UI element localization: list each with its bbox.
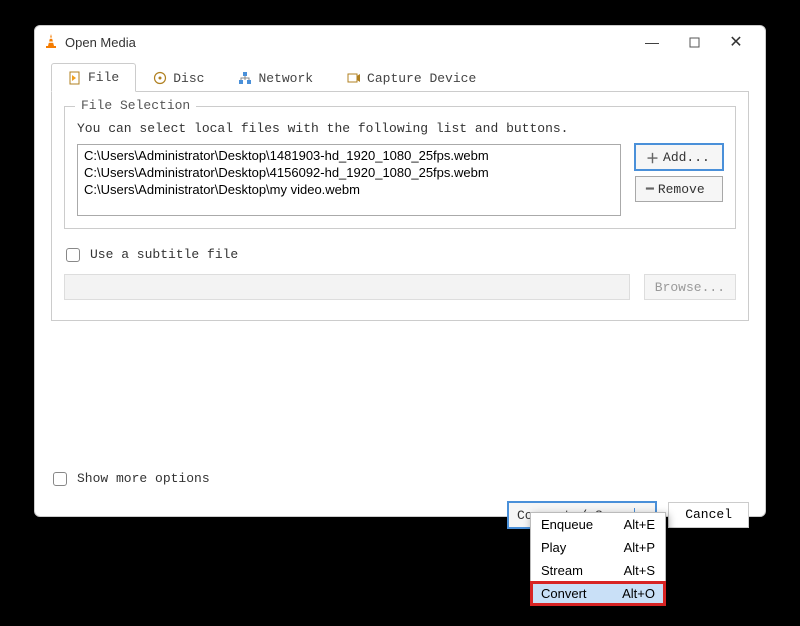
dd-label: Enqueue	[541, 517, 593, 532]
subtitle-label: Use a subtitle file	[90, 247, 238, 262]
tabs: File Disc Network Capture Device	[51, 62, 749, 92]
subtitle-checkbox[interactable]	[66, 248, 80, 262]
close-button[interactable]: ✕	[715, 28, 757, 56]
dialog-content: File Disc Network Capture Device	[35, 62, 765, 544]
dd-shortcut: Alt+S	[624, 563, 655, 578]
minus-icon: ━	[646, 182, 654, 197]
remove-button[interactable]: ━ Remove	[635, 176, 723, 202]
subtitle-path-input	[64, 274, 630, 300]
tab-file[interactable]: File	[51, 63, 136, 92]
capture-icon	[347, 71, 361, 85]
list-item[interactable]: C:\Users\Administrator\Desktop\1481903-h…	[80, 147, 618, 164]
show-more-checkbox[interactable]	[53, 472, 67, 486]
vlc-cone-icon	[43, 33, 59, 52]
file-icon	[68, 71, 82, 85]
dd-label: Play	[541, 540, 566, 555]
open-media-dialog: Open Media — ✕ File Disc	[34, 25, 766, 517]
dropdown-item-convert[interactable]: Convert Alt+O	[531, 582, 665, 605]
disc-icon	[153, 71, 167, 85]
list-item[interactable]: C:\Users\Administrator\Desktop\my video.…	[80, 181, 618, 198]
minimize-button[interactable]: —	[631, 28, 673, 56]
add-label: Add...	[663, 150, 710, 165]
dd-shortcut: Alt+P	[624, 540, 655, 555]
tab-capture-label: Capture Device	[367, 71, 476, 86]
titlebar: Open Media — ✕	[35, 26, 765, 58]
file-selection-legend: File Selection	[75, 98, 196, 113]
browse-label: Browse...	[655, 280, 725, 295]
window-title: Open Media	[65, 35, 631, 50]
dropdown-item-enqueue[interactable]: Enqueue Alt+E	[531, 513, 665, 536]
dd-label: Convert	[541, 586, 587, 601]
dd-shortcut: Alt+E	[624, 517, 655, 532]
network-icon	[238, 71, 252, 85]
remove-label: Remove	[658, 182, 705, 197]
file-panel: File Selection You can select local file…	[51, 92, 749, 321]
add-button[interactable]: ＋ Add...	[635, 144, 723, 170]
list-item[interactable]: C:\Users\Administrator\Desktop\4156092-h…	[80, 164, 618, 181]
dropdown-item-play[interactable]: Play Alt+P	[531, 536, 665, 559]
tab-file-label: File	[88, 70, 119, 85]
cancel-label: Cancel	[685, 507, 732, 522]
tab-disc-label: Disc	[173, 71, 204, 86]
file-list[interactable]: C:\Users\Administrator\Desktop\1481903-h…	[77, 144, 621, 216]
dd-label: Stream	[541, 563, 583, 578]
maximize-button[interactable]	[673, 28, 715, 56]
dd-shortcut: Alt+O	[622, 586, 655, 601]
file-selection-fieldset: File Selection You can select local file…	[64, 106, 736, 229]
show-more-label: Show more options	[77, 471, 210, 486]
tab-network-label: Network	[258, 71, 313, 86]
tab-capture[interactable]: Capture Device	[330, 63, 493, 92]
tab-network[interactable]: Network	[221, 63, 330, 92]
file-selection-hint: You can select local files with the foll…	[77, 121, 723, 136]
browse-button: Browse...	[644, 274, 736, 300]
cancel-button[interactable]: Cancel	[668, 502, 749, 528]
tab-disc[interactable]: Disc	[136, 63, 221, 92]
plus-icon: ＋	[646, 148, 659, 167]
dropdown-item-stream[interactable]: Stream Alt+S	[531, 559, 665, 582]
convert-save-dropdown: Enqueue Alt+E Play Alt+P Stream Alt+S Co…	[530, 512, 666, 606]
